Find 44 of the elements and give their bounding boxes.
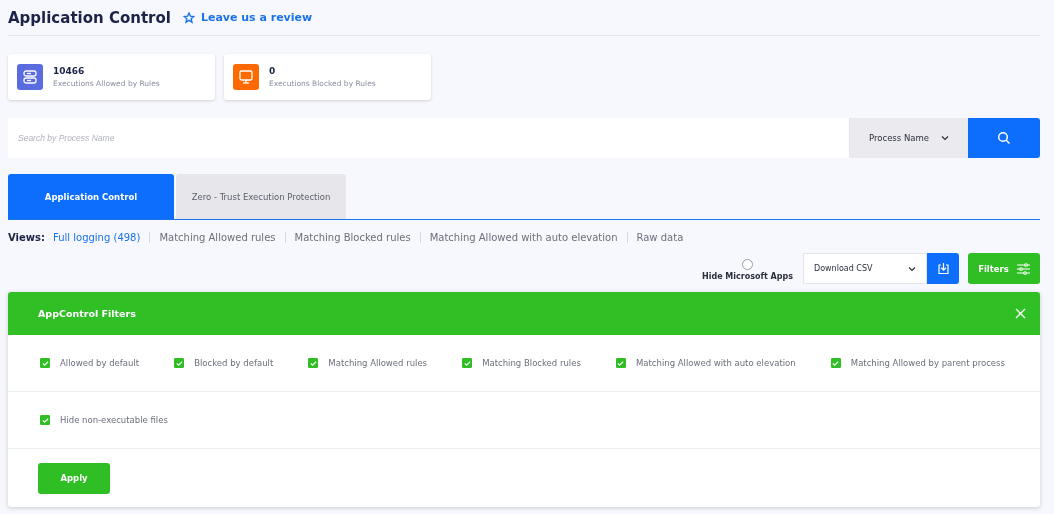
- download-select[interactable]: Download CSV: [803, 253, 927, 284]
- view-link[interactable]: Matching Blocked rules: [284, 232, 420, 243]
- stat-value: 10466: [53, 66, 86, 76]
- radio-button[interactable]: [742, 258, 753, 270]
- checkbox-label: Matching Allowed by parent process: [850, 358, 1005, 368]
- monitor-icon: [238, 69, 254, 85]
- checkbox[interactable]: [615, 358, 626, 368]
- star-icon: [182, 11, 195, 24]
- search-icon: [997, 131, 1011, 145]
- checkbox[interactable]: [174, 358, 185, 368]
- view-link[interactable]: Raw data: [626, 232, 693, 243]
- checkbox-label: Matching Allowed rules: [328, 358, 428, 368]
- view-link[interactable]: Matching Allowed with auto elevation: [419, 232, 627, 243]
- sliders-icon: [1016, 262, 1030, 275]
- download-icon: [936, 262, 950, 275]
- view-link[interactable]: Full logging (498): [52, 232, 150, 243]
- chevron-down-icon: [941, 135, 949, 141]
- checkbox[interactable]: [308, 358, 319, 368]
- checkbox[interactable]: [462, 358, 473, 368]
- close-button[interactable]: [1015, 308, 1026, 319]
- download-button[interactable]: [927, 253, 959, 284]
- checkbox-label: Matching Blocked rules: [482, 358, 581, 368]
- search-field[interactable]: Search by Process Name: [8, 118, 850, 158]
- tab[interactable]: Application Control: [8, 174, 174, 219]
- close-icon: [1015, 308, 1026, 319]
- stat-value: 0: [269, 66, 277, 76]
- checkbox-label: Blocked by default: [194, 358, 274, 368]
- field-select[interactable]: Process Name: [850, 118, 968, 158]
- checkbox[interactable]: [830, 358, 841, 368]
- checkbox-label: Hide non-executable files: [60, 415, 168, 425]
- view-link[interactable]: Matching Allowed rules: [149, 232, 285, 243]
- checkbox-label: Matching Allowed with auto elevation: [635, 358, 796, 368]
- radio-label: Hide Microsoft Apps: [702, 271, 793, 281]
- page-title: Application Control: [8, 8, 171, 27]
- checkbox[interactable]: [40, 415, 50, 425]
- checkbox-label: Allowed by default: [60, 358, 140, 368]
- chevron-down-icon: [908, 265, 916, 272]
- server-icon: [22, 69, 38, 85]
- views-label: Views:: [8, 232, 45, 243]
- panel-title: AppControl Filters: [38, 308, 136, 319]
- tab[interactable]: Zero - Trust Execution Protection: [176, 174, 346, 219]
- checkbox[interactable]: [40, 358, 50, 368]
- search-button[interactable]: [968, 118, 1040, 158]
- review-link[interactable]: Leave us a review: [182, 11, 313, 24]
